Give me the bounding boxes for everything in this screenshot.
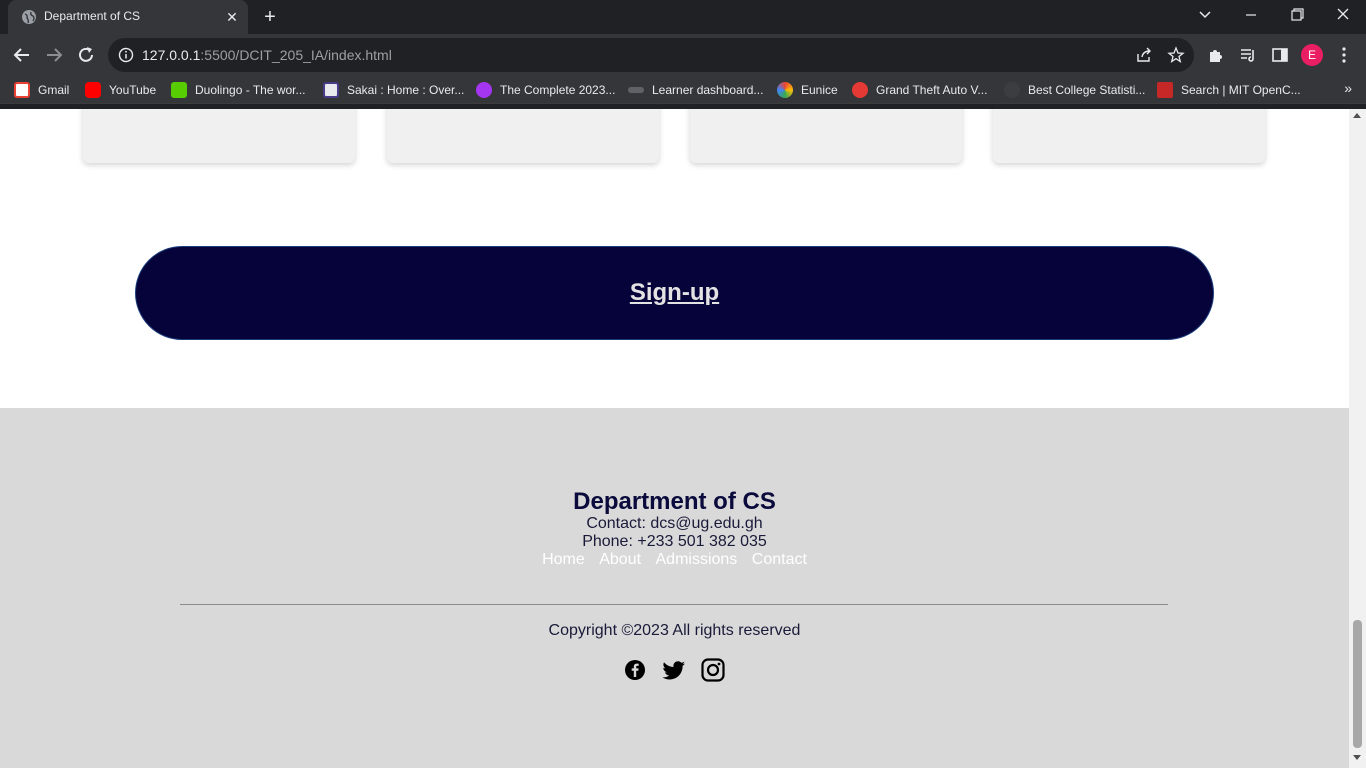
footer-title: Department of CS [573, 488, 776, 515]
tab-search-icon[interactable] [1192, 4, 1218, 26]
restore-icon[interactable] [1284, 4, 1310, 26]
page-scrollbar[interactable] [1349, 109, 1366, 768]
tab-close-icon[interactable]: ✕ [224, 9, 240, 25]
tab-title: Department of CS [44, 9, 141, 23]
bookmark-mit[interactable]: Search | MIT OpenC... [1157, 82, 1301, 98]
signup-button[interactable]: Sign-up [135, 246, 1214, 340]
eunice-icon [777, 82, 793, 98]
footer-divider [180, 604, 1168, 605]
bookmark-label: Search | MIT OpenC... [1181, 83, 1301, 97]
facebook-icon[interactable] [622, 657, 648, 683]
bookmark-gta[interactable]: Grand Theft Auto V... [852, 82, 987, 98]
chrome-menu-icon[interactable] [1334, 45, 1354, 65]
gmail-icon [14, 82, 30, 98]
bookmark-label: Eunice [801, 83, 838, 97]
reload-icon[interactable] [74, 43, 98, 67]
bookmark-udemy[interactable]: The Complete 2023... [476, 82, 615, 98]
bookmark-label: Gmail [38, 83, 70, 97]
page-viewport: Sign-up Department of CS Contact: dcs@ug… [0, 109, 1366, 768]
udemy-icon [476, 82, 492, 98]
bookmark-label: Grand Theft Auto V... [876, 83, 988, 97]
bookmark-youtube[interactable]: YouTube [85, 82, 156, 98]
bookmark-alx[interactable]: Learner dashboard... [628, 82, 763, 98]
duolingo-icon [171, 82, 187, 98]
instagram-icon[interactable] [700, 657, 726, 683]
media-queue-icon[interactable] [1238, 45, 1258, 65]
footer-nav: Home About Admissions Contact [0, 551, 1349, 569]
footer-link-admissions[interactable]: Admissions [656, 551, 738, 568]
youtube-icon [85, 82, 101, 98]
url-path: :5500/DCIT_205_IA/index.html [200, 47, 392, 63]
bookmark-label: Learner dashboard... [652, 83, 764, 97]
mit-icon [1157, 82, 1173, 98]
new-tab-button[interactable]: + [259, 7, 281, 29]
bookmark-duolingo[interactable]: Duolingo - The wor... [171, 82, 306, 98]
sakai-icon [323, 82, 339, 98]
tab-strip: Department of CS ✕ + [0, 0, 1366, 34]
info-card [690, 109, 962, 163]
info-card [993, 109, 1265, 163]
bookmark-college-stats[interactable]: Best College Statisti... [1004, 82, 1145, 98]
bookmark-label: Best College Statisti... [1028, 83, 1146, 97]
back-arrow-icon[interactable] [10, 43, 34, 67]
bookmark-star-icon[interactable] [1167, 46, 1185, 64]
footer-link-about[interactable]: About [599, 551, 641, 568]
copyright-text: Copyright ©2023 All rights reserved [548, 622, 801, 639]
browser-toolbar: 127.0.0.1:5500/DCIT_205_IA/index.html [0, 34, 1366, 76]
footer-link-home[interactable]: Home [542, 551, 585, 568]
bookmark-label: Duolingo - The wor... [195, 83, 306, 97]
extensions-puzzle-icon[interactable] [1206, 45, 1226, 65]
scroll-up-arrow-icon[interactable] [1353, 113, 1361, 118]
forward-arrow-icon[interactable] [42, 43, 66, 67]
url-text[interactable]: 127.0.0.1:5500/DCIT_205_IA/index.html [142, 47, 392, 63]
minimize-icon[interactable] [1238, 4, 1264, 26]
side-panel-icon[interactable] [1270, 45, 1290, 65]
scroll-down-arrow-icon[interactable] [1353, 755, 1361, 760]
twitter-icon[interactable] [661, 657, 687, 683]
globe-icon [22, 10, 36, 24]
info-card [387, 109, 659, 163]
globe-icon [1004, 82, 1020, 98]
footer-phone: Phone: +233 501 382 035 [582, 533, 767, 550]
share-icon[interactable] [1135, 46, 1153, 64]
profile-avatar[interactable]: E [1301, 44, 1323, 66]
bookmarks-bar: Gmail YouTube Duolingo - The wor... Saka… [0, 76, 1366, 104]
url-host: 127.0.0.1 [142, 47, 201, 63]
site-info-icon[interactable] [118, 47, 134, 63]
address-bar[interactable]: 127.0.0.1:5500/DCIT_205_IA/index.html [108, 38, 1194, 72]
bookmark-sakai[interactable]: Sakai : Home : Over... [323, 82, 464, 98]
bookmark-eunice[interactable]: Eunice [777, 82, 838, 98]
bookmark-label: YouTube [109, 83, 157, 97]
bookmark-gmail[interactable]: Gmail [14, 82, 69, 98]
signup-link[interactable]: Sign-up [630, 279, 719, 307]
bookmark-label: Sakai : Home : Over... [347, 83, 465, 97]
info-card [83, 109, 355, 163]
footer-link-contact[interactable]: Contact [752, 551, 807, 568]
more-bookmarks-chevron-icon[interactable]: » [1344, 80, 1352, 96]
alx-icon [628, 87, 644, 93]
scrollbar-thumb[interactable] [1353, 620, 1362, 748]
footer: Department of CS Contact: dcs@ug.edu.gh … [0, 408, 1349, 768]
close-window-icon[interactable] [1330, 4, 1356, 26]
tab-active[interactable]: Department of CS ✕ [8, 0, 248, 34]
gta-icon [852, 82, 868, 98]
footer-contact: Contact: dcs@ug.edu.gh [586, 515, 763, 532]
bookmark-label: The Complete 2023... [500, 83, 616, 97]
